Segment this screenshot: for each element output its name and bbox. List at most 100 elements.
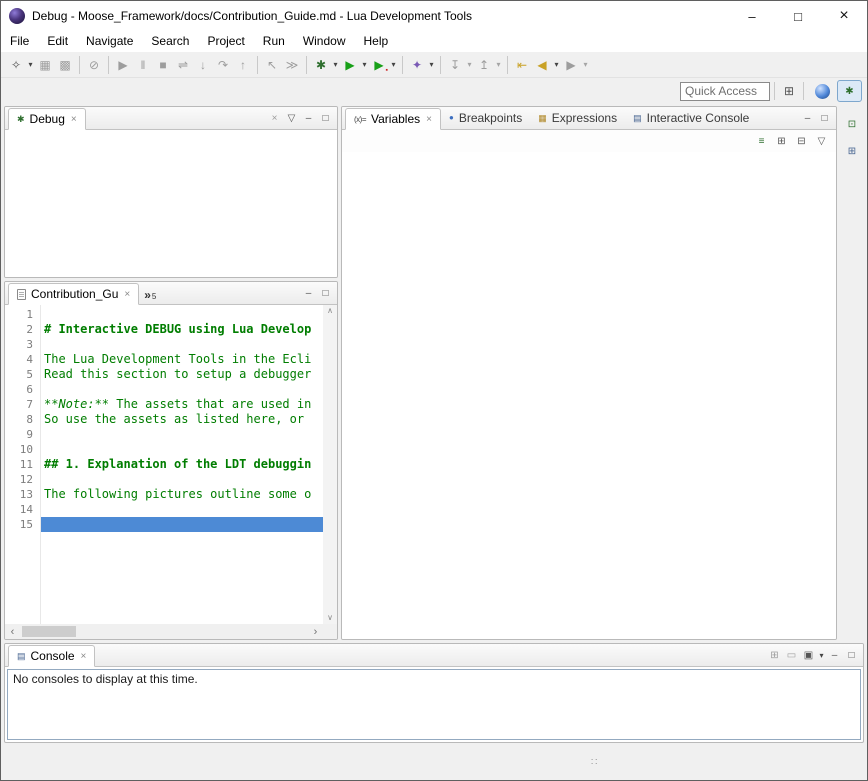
scroll-right-icon[interactable]: › (308, 624, 323, 639)
lua-wizard-button[interactable]: ✦ (407, 55, 427, 75)
show-type-names-button[interactable]: ≡ (753, 133, 770, 150)
new-wizard-dropdown-icon[interactable]: ▾ (26, 60, 35, 69)
forward-button[interactable]: ▶ (561, 55, 581, 75)
code-line[interactable] (41, 382, 323, 397)
code-area[interactable]: # Interactive DEBUG using Lua Develop Th… (41, 305, 323, 624)
step-into-button[interactable]: ↓ (193, 55, 213, 75)
line-number-ruler[interactable]: 1 2 3 4 5 6 7 8 9 10 11 12 13 (5, 305, 41, 624)
close-variables-tab-icon[interactable]: × (426, 114, 432, 125)
console-content[interactable]: No consoles to display at this time. (7, 669, 861, 740)
tab-interactive-console[interactable]: ▤ Interactive Console (625, 107, 757, 129)
menu-search[interactable]: Search (142, 31, 198, 52)
collapse-all-button[interactable]: ⊟ (793, 133, 810, 150)
pin-console-button[interactable]: ▣ (800, 647, 817, 664)
forward-dropdown-icon[interactable]: ▾ (581, 60, 590, 69)
use-step-filters-button[interactable]: ≫ (282, 55, 302, 75)
close-window-button[interactable]: × (821, 1, 867, 31)
menu-file[interactable]: File (1, 31, 38, 52)
menu-help[interactable]: Help (355, 31, 398, 52)
minimize-console-button[interactable]: – (826, 647, 843, 664)
last-edit-location-button[interactable]: ⇤ (512, 55, 532, 75)
remove-terminated-launches-button[interactable]: × (266, 110, 283, 127)
show-logical-structures-button[interactable]: ⊞ (773, 133, 790, 150)
variables-view-menu-icon[interactable]: ▽ (813, 133, 830, 150)
maximize-console-button[interactable]: □ (843, 647, 860, 664)
scroll-down-icon[interactable]: ∨ (327, 614, 333, 622)
back-dropdown-icon[interactable]: ▾ (552, 60, 561, 69)
skip-breakpoints-button[interactable]: ⊘ (84, 55, 104, 75)
variables-view-content[interactable] (342, 152, 836, 639)
code-line[interactable] (41, 472, 323, 487)
run-button[interactable]: ▶ (340, 55, 360, 75)
external-tools-button[interactable]: ▶ ▪ (369, 55, 389, 75)
run-dropdown-icon[interactable]: ▾ (360, 60, 369, 69)
minimize-window-button[interactable]: – (729, 1, 775, 31)
new-wizard-button[interactable]: ✧ (6, 55, 26, 75)
previous-annotation-dropdown-icon[interactable]: ▾ (494, 60, 503, 69)
save-button[interactable]: ▦ (35, 55, 55, 75)
selected-code-line[interactable] (41, 517, 323, 532)
code-line[interactable]: So use the assets as listed here, or (41, 412, 323, 427)
code-line[interactable] (41, 502, 323, 517)
tab-variables[interactable]: (x)= Variables × (345, 108, 441, 130)
scroll-up-icon[interactable]: ∧ (327, 307, 333, 315)
tab-expressions[interactable]: ▦ Expressions (530, 107, 625, 129)
code-line[interactable]: Read this section to setup a debugger (41, 367, 323, 382)
code-line[interactable]: The following pictures outline some o (41, 487, 323, 502)
horizontal-scrollbar[interactable]: ‹ › (5, 624, 323, 639)
close-debug-tab-icon[interactable]: × (71, 114, 77, 125)
tab-debug[interactable]: ✱ Debug × (8, 108, 86, 130)
step-over-button[interactable]: ↷ (213, 55, 233, 75)
code-line[interactable]: # Interactive DEBUG using Lua Develop (41, 322, 323, 337)
next-annotation-dropdown-icon[interactable]: ▾ (465, 60, 474, 69)
code-line[interactable] (41, 427, 323, 442)
debug-view-menu-icon[interactable]: ▽ (283, 110, 300, 127)
external-tools-dropdown-icon[interactable]: ▾ (389, 60, 398, 69)
vertical-scrollbar[interactable]: ∧ ∨ (323, 305, 337, 624)
menu-project[interactable]: Project (198, 31, 253, 52)
step-return-button[interactable]: ↑ (233, 55, 253, 75)
suspend-button[interactable]: ‖ (133, 55, 153, 75)
minimized-views-stack-button[interactable]: ⊞ (844, 143, 861, 160)
menu-edit[interactable]: Edit (38, 31, 77, 52)
more-editors-chevron[interactable]: » 5 (139, 289, 161, 304)
menu-navigate[interactable]: Navigate (77, 31, 142, 52)
debug-view-content[interactable] (5, 130, 337, 277)
scrollbar-track[interactable] (20, 624, 308, 639)
tab-console[interactable]: ▤ Console × (8, 645, 95, 667)
terminate-button[interactable]: ■ (153, 55, 173, 75)
console-dropdown-icon[interactable]: ▾ (817, 651, 826, 660)
tab-breakpoints[interactable]: ● Breakpoints (441, 107, 530, 129)
tab-contribution-guide[interactable]: Contribution_Gu × (8, 283, 139, 305)
code-line[interactable]: **Note:** The assets that are used in (41, 397, 323, 412)
close-console-tab-icon[interactable]: × (81, 651, 87, 662)
save-all-button[interactable]: ▩ (55, 55, 75, 75)
previous-annotation-button[interactable]: ↥ (474, 55, 494, 75)
disconnect-button[interactable]: ⇌ (173, 55, 193, 75)
debug-perspective-button[interactable]: ✱ (837, 80, 862, 102)
debug-dropdown-icon[interactable]: ▾ (331, 60, 340, 69)
lua-perspective-button[interactable] (810, 80, 835, 102)
code-line[interactable] (41, 307, 323, 322)
drop-to-frame-button[interactable]: ↖ (262, 55, 282, 75)
lua-wizard-dropdown-icon[interactable]: ▾ (427, 60, 436, 69)
open-console-button[interactable]: ⊞ (766, 647, 783, 664)
resume-button[interactable]: ▶ (113, 55, 133, 75)
sash-handle-icon[interactable]: ∷ (591, 757, 597, 768)
scroll-left-icon[interactable]: ‹ (5, 624, 20, 639)
code-line[interactable]: ## 1. Explanation of the LDT debuggin (41, 457, 323, 472)
open-perspective-button[interactable]: ⊞ (779, 81, 799, 101)
scrollbar-thumb[interactable] (22, 626, 76, 637)
display-selected-console-button[interactable]: ▭ (783, 647, 800, 664)
minimize-debug-view-button[interactable]: – (300, 110, 317, 127)
maximize-debug-view-button[interactable]: □ (317, 110, 334, 127)
maximize-variables-view-button[interactable]: □ (816, 110, 833, 127)
maximize-editor-button[interactable]: □ (317, 285, 334, 302)
back-button[interactable]: ◀ (532, 55, 552, 75)
minimize-editor-button[interactable]: – (300, 285, 317, 302)
menu-window[interactable]: Window (294, 31, 355, 52)
next-annotation-button[interactable]: ↧ (445, 55, 465, 75)
menu-run[interactable]: Run (254, 31, 294, 52)
close-editor-tab-icon[interactable]: × (124, 289, 130, 300)
code-line[interactable] (41, 442, 323, 457)
